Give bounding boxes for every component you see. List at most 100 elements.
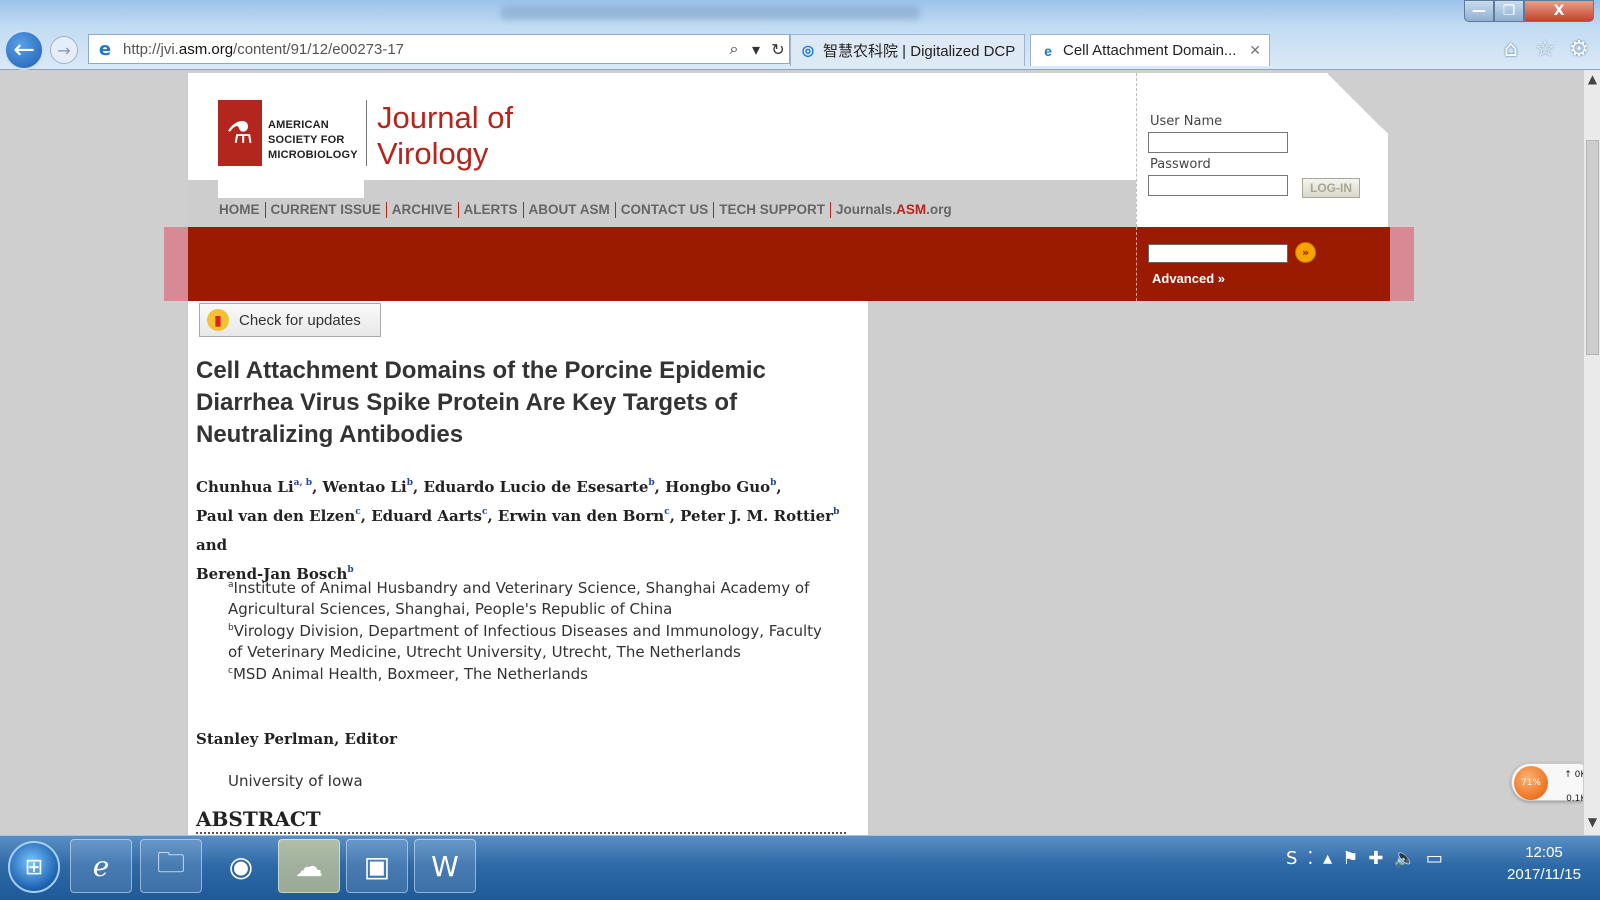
window-title xyxy=(500,6,920,20)
arrow-right-icon: → xyxy=(57,40,71,60)
author[interactable]: Wentao Lib xyxy=(323,478,414,496)
author-list: Chunhua Lia, b, Wentao Lib, Eduardo Luci… xyxy=(196,478,840,583)
word-icon: W xyxy=(431,849,459,883)
nav-alerts[interactable]: ALERTS xyxy=(459,202,524,218)
plus-icon[interactable]: ✚ xyxy=(1368,848,1383,869)
windows-logo-icon: ⊞ xyxy=(24,854,44,880)
sogou-icon[interactable]: S xyxy=(1286,848,1297,869)
advanced-search-link[interactable]: Advanced » xyxy=(1152,271,1225,286)
tab-digitalized-dcp[interactable]: ◎ 智慧农科院 | Digitalized DCP xyxy=(790,34,1025,66)
asm-org-name: AMERICAN SOCIETY FOR MICROBIOLOGY xyxy=(268,119,358,161)
close-window-button[interactable]: X xyxy=(1524,0,1594,22)
password-field[interactable] xyxy=(1148,175,1288,196)
editor-affiliation: University of Iowa xyxy=(228,772,363,790)
gear-icon[interactable]: ⚙ xyxy=(1566,36,1592,62)
bookmark-icon: ▮ xyxy=(207,309,229,331)
banner-separator xyxy=(1136,227,1137,301)
browser-toolbar: — ❐ X ← → e http://jvi.asm.org/content/9… xyxy=(0,0,1600,70)
article-title: Cell Attachment Domains of the Porcine E… xyxy=(196,357,766,448)
taskbar-wechat[interactable]: ☁ xyxy=(278,839,340,893)
folder-icon: 🗀 xyxy=(156,846,185,879)
password-label: Password xyxy=(1150,157,1211,172)
nav-tech-support[interactable]: TECH SUPPORT xyxy=(714,202,832,218)
logo-divider xyxy=(366,100,367,166)
search-go-icon[interactable]: » xyxy=(1295,242,1316,263)
site-search-input[interactable] xyxy=(1148,244,1288,263)
input-method-icon[interactable]: ⁚ xyxy=(1307,848,1313,869)
favorites-star-icon[interactable]: ☆ xyxy=(1532,36,1558,62)
nav-current-issue[interactable]: CURRENT ISSUE xyxy=(266,202,387,218)
forward-button[interactable]: → xyxy=(50,36,78,64)
start-button[interactable]: ⊞ xyxy=(8,841,60,893)
download-rate: ↓ 0.1K/s xyxy=(1566,794,1583,804)
check-updates-label: Check for updates xyxy=(239,311,361,329)
banner-edge-left xyxy=(164,227,188,301)
author[interactable]: Paul van den Elzenc xyxy=(196,507,361,525)
author[interactable]: Erwin van den Bornc xyxy=(498,507,670,525)
author[interactable]: Peter J. M. Rottierb xyxy=(680,507,839,525)
nav-home[interactable]: HOME xyxy=(219,202,266,218)
address-bar[interactable]: e http://jvi.asm.org/content/91/12/e0027… xyxy=(88,34,790,64)
editor-name: Stanley Perlman, Editor xyxy=(196,730,397,748)
taskbar-word[interactable]: W xyxy=(414,839,476,893)
affiliation-item: cMSD Animal Health, Boxmeer, The Netherl… xyxy=(228,665,588,683)
username-field[interactable] xyxy=(1148,132,1288,153)
close-tab-icon[interactable]: ✕ xyxy=(1249,42,1261,59)
abstract-heading: ABSTRACT xyxy=(196,807,321,831)
system-clock[interactable]: 12:05 2017/11/15 xyxy=(1490,842,1598,886)
login-button[interactable]: LOG-IN xyxy=(1302,178,1360,198)
home-icon[interactable]: ⌂ xyxy=(1498,36,1524,62)
tab-label: Cell Attachment Domain... xyxy=(1063,42,1237,59)
nav-contact-us[interactable]: CONTACT US xyxy=(616,202,715,218)
asm-logo-icon[interactable]: ⚗ xyxy=(218,100,262,166)
address-url[interactable]: http://jvi.asm.org/content/91/12/e00273-… xyxy=(123,41,723,58)
chrome-icon: ◉ xyxy=(228,849,254,883)
clock-time: 12:05 xyxy=(1525,844,1563,861)
taskbar-ie[interactable]: ℯ xyxy=(70,839,132,893)
dropdown-chevron-icon[interactable]: ▾ xyxy=(745,40,767,59)
tab-cell-attachment[interactable]: e Cell Attachment Domain... ✕ xyxy=(1030,34,1270,66)
affiliation-item: aInstitute of Animal Husbandry and Veter… xyxy=(228,579,810,618)
network-icon[interactable]: ▭ xyxy=(1426,848,1443,869)
author[interactable]: Chunhua Lia, b xyxy=(196,478,312,496)
login-corner xyxy=(1328,73,1388,135)
main-nav: HOME CURRENT ISSUE ARCHIVE ALERTS ABOUT … xyxy=(219,202,957,218)
taskbar-explorer[interactable]: 🗀 xyxy=(140,839,202,893)
username-label: User Name xyxy=(1150,114,1223,129)
author[interactable]: Eduard Aartsc xyxy=(371,507,487,525)
ie-icon: ℯ xyxy=(92,849,110,883)
scrollbar-thumb[interactable] xyxy=(1586,140,1599,355)
tab-label: 智慧农科院 | Digitalized DCP xyxy=(823,43,1016,60)
page-scrollbar[interactable]: ▲ ▼ xyxy=(1583,70,1600,835)
clock-date: 2017/11/15 xyxy=(1507,866,1581,883)
check-updates-button[interactable]: ▮ Check for updates xyxy=(199,303,381,337)
minimize-button[interactable]: — xyxy=(1464,0,1494,22)
system-tray: S ⁚ ▴ ⚑ ✚ 🔈 ▭ xyxy=(1286,848,1443,869)
window-controls: — ❐ X xyxy=(1464,0,1594,22)
author[interactable]: Eduardo Lucio de Esesarteb xyxy=(423,478,654,496)
taskbar: ⊞ ℯ 🗀 ◉ ☁ ▣ W S ⁚ ▴ ⚑ ✚ 🔈 ▭ 12:05 2017/1… xyxy=(0,835,1600,900)
wechat-icon: ☁ xyxy=(295,849,323,883)
show-hidden-icon[interactable]: ▴ xyxy=(1323,848,1332,869)
nav-about-asm[interactable]: ABOUT ASM xyxy=(524,202,616,218)
page-viewport: ⚗ AMERICAN SOCIETY FOR MICROBIOLOGY Jour… xyxy=(0,70,1583,835)
upload-rate: ↑ 0K/s xyxy=(1564,770,1583,780)
back-button[interactable]: ← xyxy=(4,30,44,70)
taskbar-app[interactable]: ▣ xyxy=(346,839,408,893)
network-monitor[interactable]: 71% ↑ 0K/s ↓ 0.1K/s xyxy=(1511,763,1583,804)
chevron-up-icon[interactable]: ▲ xyxy=(1584,72,1600,90)
red-banner xyxy=(164,227,1414,301)
nav-archive[interactable]: ARCHIVE xyxy=(387,202,459,218)
refresh-icon[interactable]: ↻ xyxy=(767,40,789,59)
author[interactable]: Hongbo Guob xyxy=(665,478,776,496)
taskbar-chrome[interactable]: ◉ xyxy=(210,839,272,893)
badge-icon: ▣ xyxy=(363,849,391,883)
maximize-button[interactable]: ❐ xyxy=(1494,0,1524,22)
journal-title[interactable]: Journal of Virology xyxy=(377,100,513,172)
security-icon[interactable]: ⚑ xyxy=(1342,848,1358,869)
ie-page-icon: e xyxy=(98,38,112,60)
volume-icon[interactable]: 🔈 xyxy=(1393,848,1415,869)
chevron-down-icon[interactable]: ▼ xyxy=(1584,815,1600,833)
nav-journals-asm[interactable]: Journals.ASM.org xyxy=(831,202,957,218)
search-icon[interactable]: ⌕ xyxy=(723,39,745,59)
